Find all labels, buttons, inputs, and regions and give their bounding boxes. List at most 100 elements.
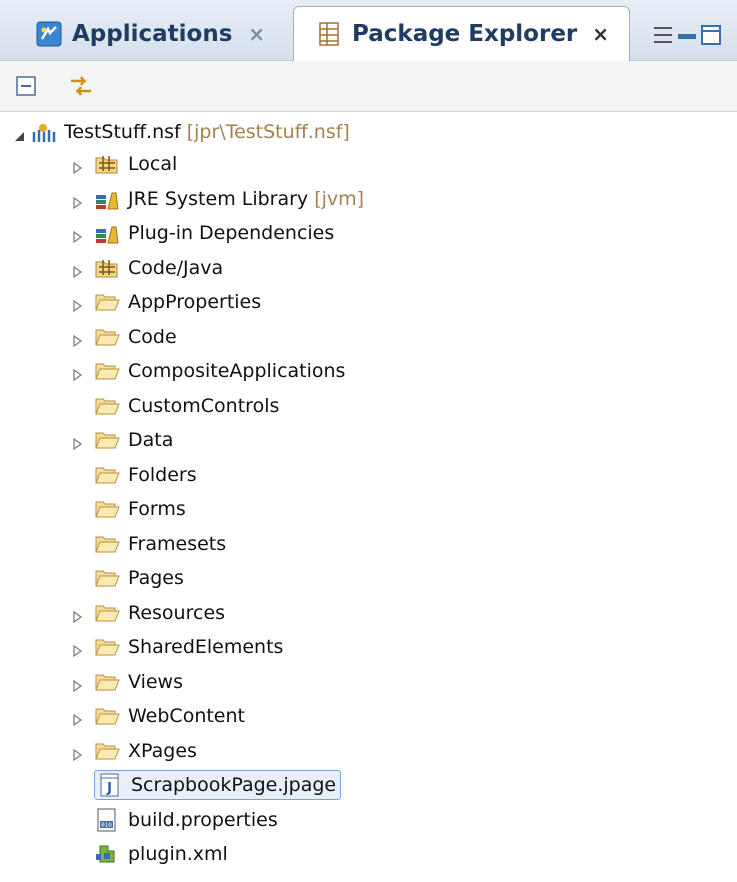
tree-item-resources[interactable]: Resources [73, 597, 225, 629]
tree-item-data[interactable]: Data [73, 424, 173, 456]
collapsed-triangle-icon[interactable] [70, 745, 84, 761]
tree-item-content: Views [94, 670, 183, 694]
tree-item-content: Code/Java [94, 256, 223, 280]
tree-item-forms[interactable]: Forms [94, 493, 186, 525]
tree-item-content: Forms [94, 497, 186, 521]
tree-label: XPages [128, 739, 197, 762]
tree-item-sharedelements[interactable]: SharedElements [73, 631, 284, 663]
package-explorer-icon [316, 21, 342, 47]
tree-label: CompositeApplications [128, 360, 346, 382]
collapsed-triangle-icon[interactable] [70, 710, 84, 727]
tree-item-scrapbookpage-jpage[interactable]: J ScrapbookPage.jpage [94, 769, 342, 801]
tree-label: Views [128, 670, 183, 693]
tab-label: Applications [72, 21, 233, 47]
collapse-all-icon[interactable] [12, 71, 42, 101]
tree-label: Code/Java [128, 256, 224, 279]
tree-item-content: Data [94, 428, 173, 452]
tree-label: Local [128, 153, 178, 175]
tree-item-content: 010 build.properties [94, 808, 278, 832]
tree-label: JRE System Library [128, 187, 309, 210]
java-scrapbook-icon: J [97, 773, 123, 797]
tree-item-customcontrols[interactable]: CustomControls [94, 390, 279, 422]
folder-icon [94, 739, 120, 763]
tree-item-content: WebContent [94, 704, 245, 728]
folder-icon [94, 290, 120, 314]
tree-item-webcontent[interactable]: WebContent [73, 700, 245, 732]
folder-icon [94, 532, 120, 556]
tree-item-content: Folders [94, 463, 197, 487]
tree-label: WebContent [128, 705, 245, 727]
folder-icon [94, 704, 120, 728]
tree-item-content: Framesets [94, 532, 226, 556]
tree-item-pages[interactable]: Pages [94, 562, 184, 594]
project-tree: TestStuff.nsf [jpr\TestStuff.nsf] Local J… [0, 112, 737, 882]
tree-label: ScrapbookPage.jpage [131, 774, 337, 796]
tree-item-build-properties[interactable]: 010 build.properties [94, 804, 278, 836]
tree-item-framesets[interactable]: Framesets [94, 528, 226, 560]
tree-item-appproperties[interactable]: AppProperties [73, 286, 262, 318]
view-menu-icon[interactable] [652, 20, 737, 50]
folder-icon [94, 670, 120, 694]
tree-label: build.properties [128, 808, 278, 831]
folder-icon [94, 394, 120, 418]
tree-item-code-java[interactable]: Code/Java [73, 252, 223, 284]
collapsed-triangle-icon[interactable] [70, 227, 84, 244]
library-icon [94, 221, 120, 245]
tree-item-content: Resources [94, 601, 225, 625]
nsf-project-icon [30, 120, 56, 144]
tree-item-content: CompositeApplications [94, 359, 345, 383]
tab-package-explorer[interactable]: Package Explorer × [293, 6, 630, 61]
view-toolbar [0, 61, 737, 112]
expanded-triangle-icon[interactable] [12, 126, 26, 141]
folder-icon [94, 325, 120, 349]
source-folder-icon [94, 256, 120, 280]
close-icon[interactable]: × [248, 22, 265, 46]
close-icon[interactable]: × [592, 22, 609, 46]
collapsed-triangle-icon[interactable] [70, 365, 84, 382]
library-icon [94, 187, 120, 211]
tree-item-content: JRE System Library [jvm] [94, 187, 364, 211]
folder-icon [94, 463, 120, 487]
tree-item-content: plugin.xml [94, 842, 228, 866]
tree-decoration: [jpr\TestStuff.nsf] [186, 121, 350, 143]
tree-item-folders[interactable]: Folders [94, 459, 197, 491]
collapsed-triangle-icon[interactable] [70, 296, 84, 313]
collapsed-triangle-icon[interactable] [70, 434, 84, 451]
properties-file-icon: 010 [94, 808, 120, 832]
tree-item-xpages[interactable]: XPages [73, 735, 197, 767]
collapsed-triangle-icon[interactable] [70, 262, 84, 278]
tree-root-teststuff[interactable]: TestStuff.nsf [jpr\TestStuff.nsf] [15, 116, 350, 148]
folder-icon [94, 601, 120, 625]
tree-label: CustomControls [128, 394, 280, 417]
tree-label: Code [128, 325, 177, 348]
folder-icon [94, 359, 120, 383]
tree-item-jre-system-library[interactable]: JRE System Library [jvm] [73, 183, 364, 215]
folder-icon [94, 428, 120, 452]
tree-label: Folders [128, 463, 197, 486]
tree-item-code[interactable]: Code [73, 321, 177, 353]
tree-item-compositeapplications[interactable]: CompositeApplications [73, 355, 345, 387]
link-with-editor-icon[interactable] [66, 71, 96, 101]
tree-item-views[interactable]: Views [73, 666, 183, 698]
tree-label: AppProperties [128, 291, 262, 313]
collapsed-triangle-icon[interactable] [70, 331, 84, 347]
svg-text:010: 010 [101, 822, 112, 829]
tree-label: SharedElements [128, 636, 284, 658]
tree-item-content: CustomControls [94, 394, 279, 418]
collapsed-triangle-icon[interactable] [70, 158, 84, 175]
collapsed-triangle-icon[interactable] [70, 641, 84, 658]
collapsed-triangle-icon[interactable] [70, 193, 84, 209]
collapsed-triangle-icon[interactable] [70, 676, 84, 692]
tree-item-content: Local [94, 152, 177, 176]
tree-item-local[interactable]: Local [73, 148, 177, 180]
tree-label: Pages [128, 567, 184, 589]
tree-item-plugin-xml[interactable]: plugin.xml [94, 838, 228, 870]
collapsed-triangle-icon[interactable] [70, 607, 84, 623]
tree-item-plug-in-dependencies[interactable]: Plug-in Dependencies [73, 217, 334, 249]
folder-icon [94, 635, 120, 659]
tree-label: Plug-in Dependencies [128, 222, 335, 244]
tree-item-content: Plug-in Dependencies [94, 221, 334, 245]
tab-applications[interactable]: Applications × [18, 8, 285, 60]
tree-label: Forms [128, 498, 186, 520]
tree-item-content: Pages [94, 566, 184, 590]
